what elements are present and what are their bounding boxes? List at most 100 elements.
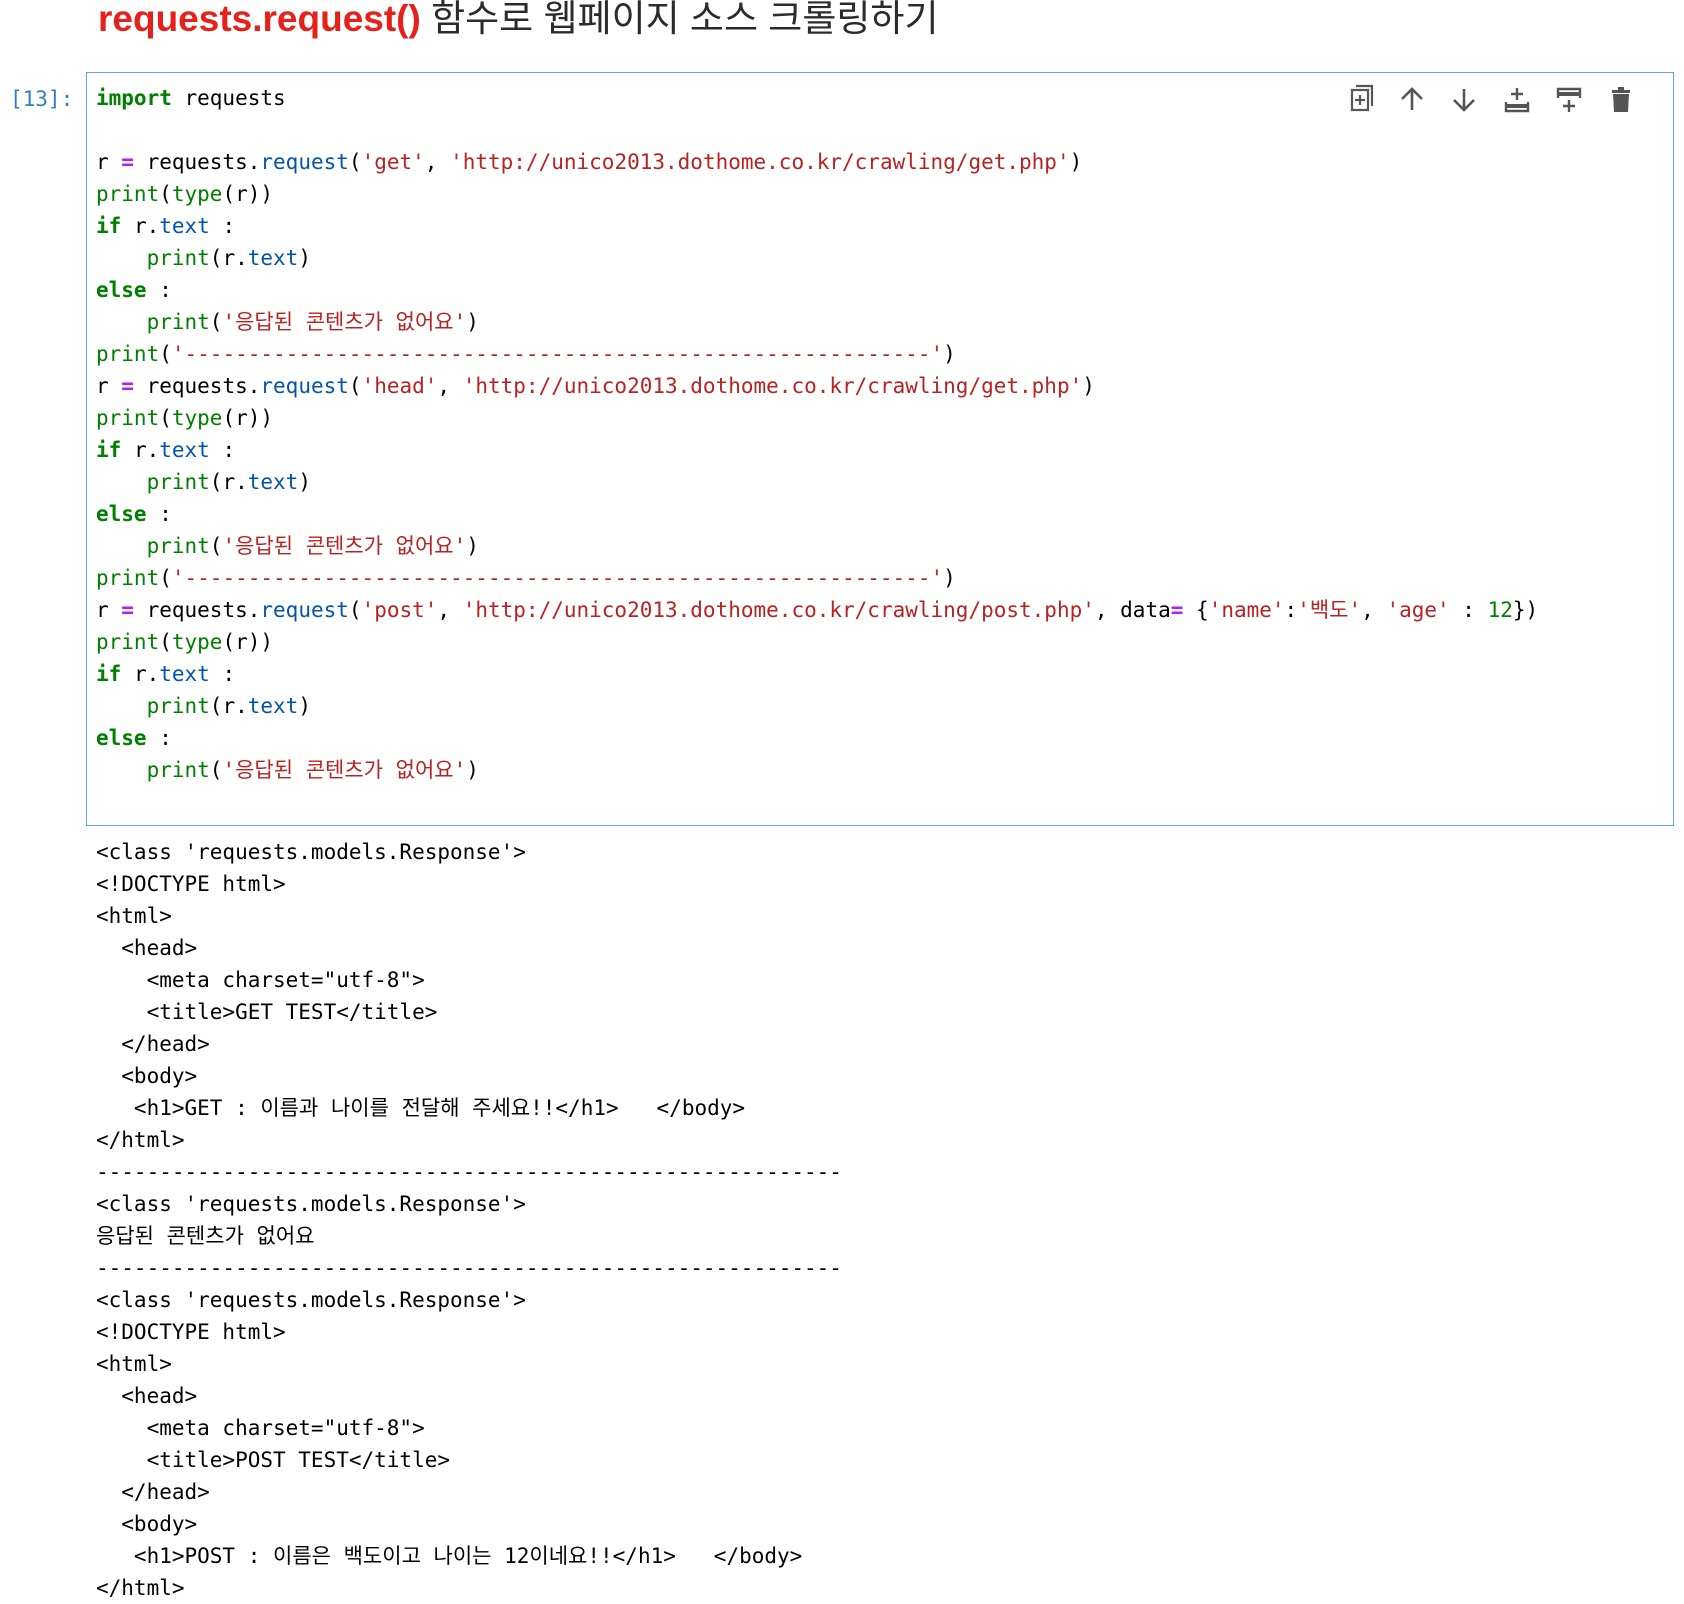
code-token: request bbox=[260, 598, 349, 622]
code-token: ) bbox=[1082, 374, 1095, 398]
output-line: <html> bbox=[96, 1352, 172, 1376]
insert-cell-above-button[interactable] bbox=[1497, 80, 1537, 120]
output-line: <!DOCTYPE html> bbox=[96, 1320, 286, 1344]
code-token: ( bbox=[159, 406, 172, 430]
code-token: print bbox=[96, 630, 160, 654]
code-token: requests. bbox=[133, 150, 261, 174]
code-token: r bbox=[96, 374, 122, 398]
output-line: </html> bbox=[96, 1128, 185, 1152]
trash-icon bbox=[1612, 87, 1630, 112]
code-line: print(r.text) bbox=[96, 466, 1538, 498]
code-line: print('응답된 콘텐츠가 없어요') bbox=[96, 754, 1538, 786]
code-token: type bbox=[171, 630, 223, 654]
code-token: requests bbox=[171, 86, 286, 110]
code-token: (r. bbox=[209, 470, 248, 494]
code-token: , bbox=[424, 150, 451, 174]
code-line: print('응답된 콘텐츠가 없어요') bbox=[96, 306, 1538, 338]
output-line: ----------------------------------------… bbox=[96, 1160, 842, 1184]
code-token: print bbox=[96, 406, 160, 430]
code-line: print(type(r)) bbox=[96, 402, 1538, 434]
code-token: '응답된 콘텐츠가 없어요' bbox=[222, 534, 467, 558]
move-cell-up-button[interactable] bbox=[1392, 80, 1432, 120]
code-token: (r. bbox=[209, 246, 248, 270]
code-token: else bbox=[96, 278, 147, 302]
output-line: <body> bbox=[96, 1512, 198, 1536]
code-editor[interactable]: import requests r = requests.request('get… bbox=[96, 82, 1538, 786]
code-token: ) bbox=[298, 246, 311, 270]
output-line: <title>POST TEST</title> bbox=[96, 1448, 451, 1472]
code-token: ( bbox=[209, 310, 223, 334]
code-token: = bbox=[1170, 598, 1184, 622]
code-token: if bbox=[96, 438, 122, 462]
output-line: </head> bbox=[96, 1032, 210, 1056]
code-token: ) bbox=[943, 566, 956, 590]
execution-count-prompt: [13]: bbox=[10, 87, 74, 111]
output-line: <meta charset="utf-8"> bbox=[96, 1416, 425, 1440]
move-cell-down-button[interactable] bbox=[1444, 80, 1484, 120]
output-line: <title>GET TEST</title> bbox=[96, 1000, 438, 1024]
code-line: print('응답된 콘텐츠가 없어요') bbox=[96, 530, 1538, 562]
code-token: print bbox=[146, 310, 210, 334]
cell-output: <class 'requests.models.Response'> <!DOCT… bbox=[96, 836, 842, 1604]
arrow-up-icon bbox=[1401, 87, 1423, 110]
output-line: 응답된 콘텐츠가 없어요 bbox=[96, 1224, 315, 1248]
delete-cell-button[interactable] bbox=[1601, 80, 1641, 120]
heading-function-name: requests.request() bbox=[98, 0, 421, 39]
code-token: import bbox=[96, 86, 172, 110]
insert-below-icon bbox=[1556, 87, 1582, 112]
output-line: <class 'requests.models.Response'> bbox=[96, 1288, 526, 1312]
code-line: else : bbox=[96, 274, 1538, 306]
code-token: , bbox=[437, 598, 463, 622]
code-token: print bbox=[146, 246, 210, 270]
code-token: r. bbox=[121, 662, 160, 686]
output-line: </head> bbox=[96, 1480, 210, 1504]
code-token: print bbox=[96, 182, 160, 206]
code-line: print(type(r)) bbox=[96, 626, 1538, 658]
code-token: '---------------------------------------… bbox=[171, 566, 944, 590]
code-token: type bbox=[171, 406, 223, 430]
output-line: <class 'requests.models.Response'> bbox=[96, 1192, 526, 1216]
code-line: r = requests.request('get', 'http://unic… bbox=[96, 146, 1538, 178]
output-line: ----------------------------------------… bbox=[96, 1256, 842, 1280]
code-token: : bbox=[209, 662, 236, 686]
output-line: <meta charset="utf-8"> bbox=[96, 968, 425, 992]
code-token: type bbox=[171, 182, 223, 206]
code-token: ) bbox=[1069, 150, 1083, 174]
code-token: 'http://unico2013.dothome.co.kr/crawling… bbox=[462, 374, 1083, 398]
code-token: 'name' bbox=[1208, 598, 1285, 622]
code-token: else bbox=[96, 502, 147, 526]
code-token: , bbox=[437, 374, 463, 398]
code-token: = bbox=[121, 374, 134, 398]
code-token: request bbox=[260, 374, 349, 398]
code-token: 'age' bbox=[1386, 598, 1450, 622]
code-token: text bbox=[159, 214, 210, 238]
code-token: text bbox=[159, 662, 210, 686]
code-token: 'get' bbox=[361, 150, 425, 174]
code-line: r = requests.request('post', 'http://uni… bbox=[96, 594, 1538, 626]
code-line: import requests bbox=[96, 82, 1538, 114]
code-line: if r.text : bbox=[96, 210, 1538, 242]
code-token: 'head' bbox=[361, 374, 438, 398]
code-token: ( bbox=[209, 534, 223, 558]
duplicate-cell-button[interactable] bbox=[1340, 80, 1380, 120]
code-token: ( bbox=[159, 566, 172, 590]
code-token: 'http://unico2013.dothome.co.kr/crawling… bbox=[462, 598, 1095, 622]
code-token: ( bbox=[159, 630, 172, 654]
code-line: print('---------------------------------… bbox=[96, 562, 1538, 594]
code-token: ) bbox=[298, 470, 311, 494]
code-token: if bbox=[96, 214, 122, 238]
code-token: ( bbox=[348, 150, 362, 174]
code-line: print(r.text) bbox=[96, 690, 1538, 722]
code-token: print bbox=[146, 758, 210, 782]
code-token: , data bbox=[1094, 598, 1171, 622]
code-line: else : bbox=[96, 498, 1538, 530]
code-token: '응답된 콘텐츠가 없어요' bbox=[222, 310, 467, 334]
code-token: requests. bbox=[133, 374, 261, 398]
insert-cell-below-button[interactable] bbox=[1549, 80, 1589, 120]
code-token: 12 bbox=[1487, 598, 1513, 622]
